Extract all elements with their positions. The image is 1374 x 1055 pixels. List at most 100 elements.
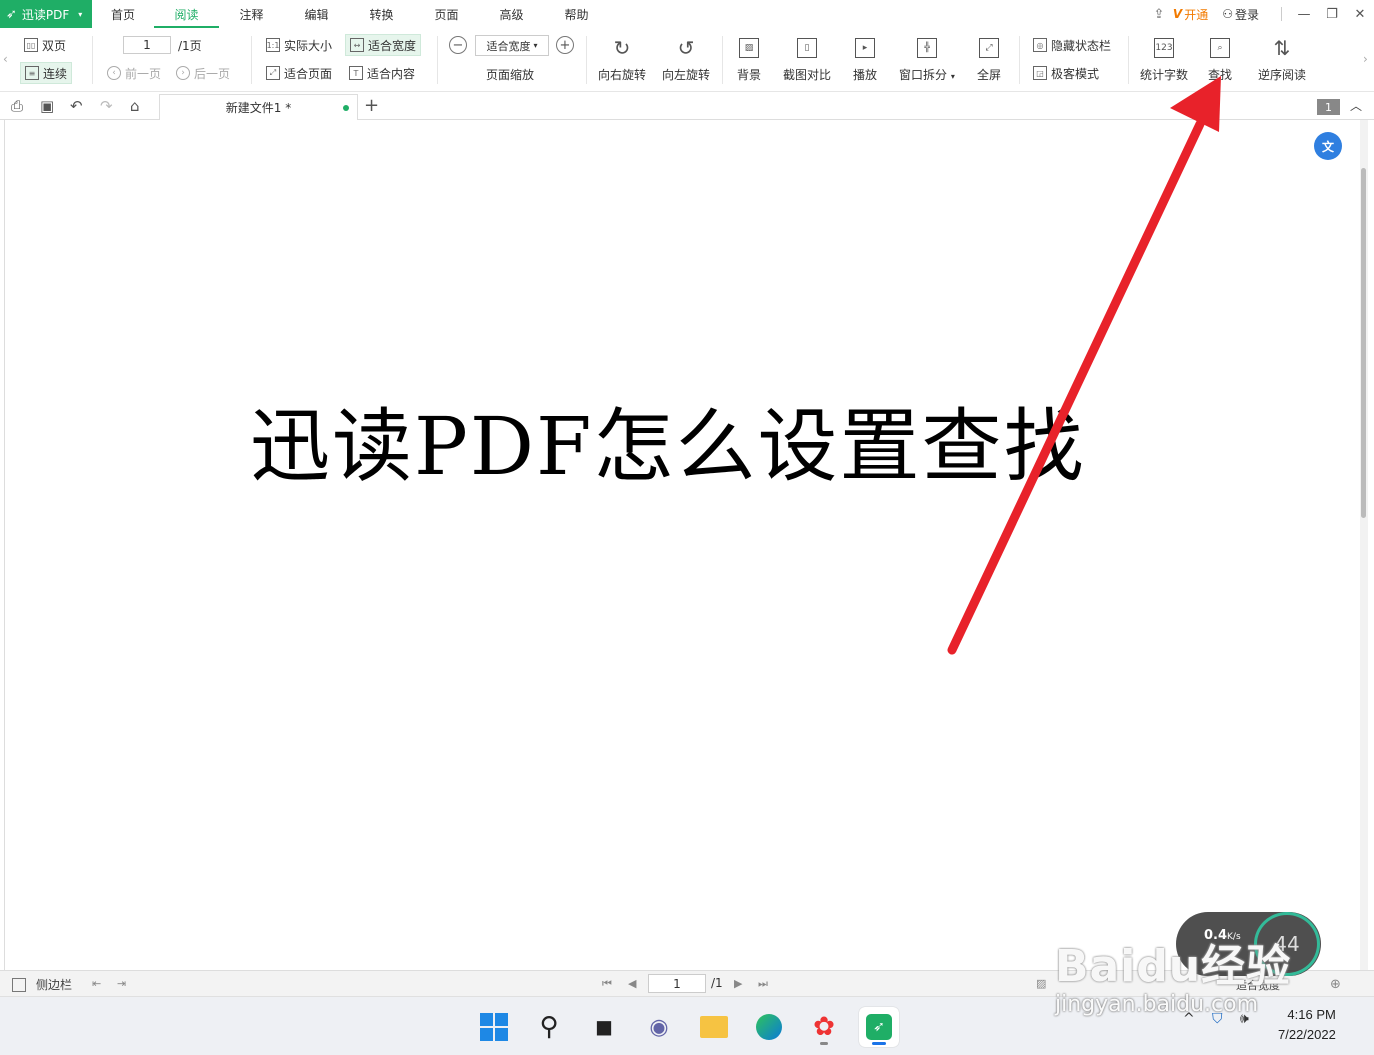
undo-icon[interactable]: ↶ [70, 97, 83, 115]
fit-content-button[interactable]: T 适合内容 [345, 62, 419, 84]
divider [722, 36, 723, 84]
menu-read[interactable]: 阅读 [154, 0, 219, 28]
rotate-right-button[interactable]: ↻ 向右旋转 [598, 36, 646, 83]
task-view-button[interactable]: ◼ [584, 1007, 624, 1047]
window-split-button[interactable]: ╬ 窗口拆分 ▾ [899, 36, 955, 83]
reverse-read-icon: ⇅ [1273, 36, 1291, 60]
fit-width-button[interactable]: ↔ 适合宽度 [345, 34, 422, 56]
find-button[interactable]: ⌕ 查找 [1208, 36, 1232, 83]
first-page-icon[interactable]: ⏮ [602, 977, 612, 991]
home-icon[interactable]: ⌂ [130, 97, 140, 115]
file-explorer-app[interactable] [694, 1007, 734, 1047]
fit-page-icon: ⤢ [266, 66, 280, 80]
login-label: 登录 [1234, 7, 1259, 22]
windows-icon [480, 1013, 508, 1041]
rotate-left-icon: ↺ [677, 36, 695, 60]
colorful-app[interactable]: ✿ [804, 1007, 844, 1047]
redo-icon[interactable]: ↷ [100, 97, 113, 115]
double-page-button[interactable]: ▯▯ 双页 [20, 34, 70, 56]
chevron-left-icon: ‹ [107, 66, 121, 80]
actual-size-button[interactable]: 1:1 实际大小 [262, 34, 336, 56]
toolbar-ribbon: ‹ › ▯▯ 双页 ≡ 连续 1 /1页 ‹ 前一页 › 后一页 1:1 实际大… [0, 28, 1374, 92]
menu-convert[interactable]: 转换 [349, 0, 414, 28]
actual-size-label: 实际大小 [284, 38, 333, 53]
menu-annotate[interactable]: 注释 [219, 0, 284, 28]
status-page-input[interactable]: 1 [648, 974, 706, 993]
reverse-read-button[interactable]: ⇅ 逆序阅读 [1258, 36, 1306, 83]
login-button[interactable]: ⚇ 登录 [1222, 6, 1259, 23]
zoom-out-button[interactable]: − [449, 36, 467, 54]
title-bar-controls: ⇪ V 开通 ⚇ 登录 — ❐ ✕ [1145, 0, 1374, 28]
running-indicator [820, 1042, 828, 1045]
hide-statusbar-button[interactable]: ◎ 隐藏状态栏 [1029, 34, 1115, 56]
ribbon-scroll-left-icon[interactable]: ‹ [3, 52, 8, 66]
zoom-select[interactable]: 适合宽度 ▾ [475, 35, 549, 56]
continuous-button[interactable]: ≡ 连续 [20, 62, 73, 84]
search-icon: ⌕ [1208, 36, 1232, 60]
sidebar-toggle[interactable]: 侧边栏 [12, 976, 72, 993]
app-logo-icon: ➶ [6, 6, 17, 22]
chevron-down-icon: ▾ [533, 41, 538, 50]
menu-home[interactable]: 首页 [92, 0, 154, 28]
tab-document[interactable]: 新建文件1 * [159, 94, 358, 120]
next-page-icon[interactable]: ▶ [734, 977, 742, 990]
scrollbar-thumb[interactable] [1361, 168, 1366, 518]
divider [437, 36, 438, 84]
prev-page-icon[interactable]: ◀ [628, 977, 636, 990]
document-tab-bar: ⎙ ▣ ↶ ↷ ⌂ 新建文件1 * + 1 ︿ [0, 92, 1374, 120]
zoom-in-button[interactable]: + [556, 36, 574, 54]
minimal-mode-button[interactable]: ◲ 极客模式 [1029, 62, 1103, 84]
share-icon[interactable]: ⇪ [1145, 7, 1173, 22]
forward-icon[interactable]: ⇥ [117, 977, 126, 990]
menu-edit[interactable]: 编辑 [284, 0, 349, 28]
print-icon[interactable]: ⎙ [11, 97, 23, 115]
zoom-in-icon[interactable]: ⊕ [1330, 977, 1341, 992]
last-page-icon[interactable]: ⏭ [758, 977, 768, 991]
chevron-up-icon[interactable]: ︿ [1350, 97, 1362, 114]
continuous-icon: ≡ [25, 66, 39, 80]
fit-page-button[interactable]: ⤢ 适合页面 [262, 62, 336, 84]
search-icon: ⚲ [539, 1012, 559, 1042]
word-count-button[interactable]: 123 统计字数 [1140, 36, 1188, 83]
user-icon: ⚇ [1222, 7, 1233, 21]
background-button[interactable]: ▨ 背景 [737, 36, 761, 83]
background-icon[interactable]: ▨ [1036, 977, 1046, 990]
edge-browser-app[interactable] [749, 1007, 789, 1047]
chevron-right-icon: › [176, 66, 190, 80]
rotate-right-icon: ↻ [613, 36, 631, 60]
search-button[interactable]: ⚲ [529, 1007, 569, 1047]
minimize-button[interactable]: — [1290, 7, 1318, 22]
play-button[interactable]: ▸ 播放 [853, 36, 877, 83]
teams-app[interactable]: ◉ [639, 1007, 679, 1047]
translate-icon[interactable]: 文 [1314, 132, 1342, 160]
prev-page-button[interactable]: ‹ 前一页 [103, 62, 165, 84]
save-icon[interactable]: ▣ [40, 97, 54, 115]
sidebar-icon [12, 977, 26, 992]
double-page-icon: ▯▯ [24, 38, 38, 52]
vip-button[interactable]: V 开通 [1173, 6, 1208, 23]
hide-statusbar-label: 隐藏状态栏 [1051, 38, 1112, 53]
start-button[interactable] [474, 1007, 514, 1047]
system-clock[interactable]: 4:16 PM 7/22/2022 [1278, 1005, 1336, 1045]
fit-width-icon: ↔ [350, 38, 364, 52]
menu-help[interactable]: 帮助 [544, 0, 609, 28]
back-icon[interactable]: ⇤ [92, 977, 101, 990]
ribbon-scroll-right-icon[interactable]: › [1363, 52, 1368, 66]
document-view[interactable]: 迅读PDF怎么设置查找 文 [0, 120, 1374, 970]
screenshot-compare-button[interactable]: ▯ 截图对比 [783, 36, 831, 83]
restore-button[interactable]: ❐ [1318, 7, 1346, 22]
app-logo-button[interactable]: ➶ 迅读PDF ▾ [0, 0, 92, 28]
background-label: 背景 [737, 68, 762, 82]
next-page-button[interactable]: › 后一页 [172, 62, 234, 84]
page-total: /1页 [178, 39, 202, 53]
close-button[interactable]: ✕ [1346, 7, 1374, 22]
pdf-app-icon: ➶ [866, 1014, 892, 1040]
add-tab-button[interactable]: + [364, 95, 379, 116]
rotate-left-button[interactable]: ↺ 向左旋转 [662, 36, 710, 83]
page-number-input[interactable]: 1 [123, 36, 171, 54]
menu-page[interactable]: 页面 [414, 0, 479, 28]
fullscreen-button[interactable]: ⤢ 全屏 [977, 36, 1001, 83]
pdf-reader-app[interactable]: ➶ [859, 1007, 899, 1047]
menu-advanced[interactable]: 高级 [479, 0, 544, 28]
page-edge [4, 120, 5, 970]
